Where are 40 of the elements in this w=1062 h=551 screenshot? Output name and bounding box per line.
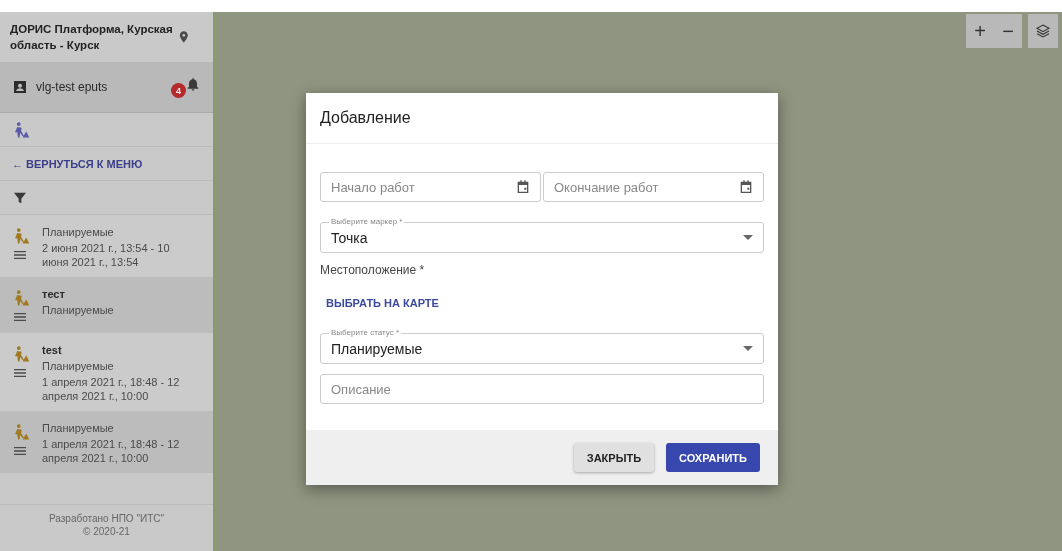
user-name: vlg-test eputs xyxy=(36,80,109,94)
close-button[interactable]: ЗАКРЫТЬ xyxy=(573,443,655,472)
location-label: Местоположение * xyxy=(320,263,425,277)
dropdown-caret-icon xyxy=(743,346,753,351)
bell-icon[interactable] xyxy=(185,75,201,93)
start-date-field[interactable]: Начало работ xyxy=(320,172,541,202)
item-text: 1 апреля 2021 г., 18:48 - 12 апреля 2021 г., 10:00 xyxy=(42,375,181,403)
save-button[interactable]: СОХРАНИТЬ xyxy=(666,443,760,472)
dropdown-caret-icon xyxy=(743,235,753,240)
road-worker-icon xyxy=(12,423,30,441)
user-badge-icon xyxy=(12,79,28,95)
field-label: Выберите статус * xyxy=(329,328,402,338)
calendar-icon[interactable] xyxy=(515,179,531,195)
footer-text: © 2020-21 xyxy=(83,526,130,537)
end-date-field[interactable]: Окончание работ xyxy=(543,172,764,202)
road-worker-icon[interactable] xyxy=(12,120,30,139)
item-title: test xyxy=(42,343,63,357)
field-label: Выберите маркер * xyxy=(329,217,405,227)
item-text: 2 июня 2021 г., 13:54 - 10 июня 2021 г., 13:54 xyxy=(42,241,171,269)
description-field[interactable]: Описание xyxy=(320,374,764,404)
item-text: 1 апреля 2021 г., 18:48 - 12 апреля 2021 г., 10:00 xyxy=(42,437,181,465)
road-worker-icon xyxy=(12,289,30,307)
layers-icon xyxy=(1035,23,1051,39)
item-text: Планируемые xyxy=(42,303,115,317)
calendar-icon[interactable] xyxy=(738,179,754,195)
item-title: тест xyxy=(42,287,66,301)
work-list-item[interactable]: Планируемые 1 апреля 2021 г., 18:48 - 12 апреля 2021 г., 10:00 xyxy=(0,411,213,473)
road-worker-icon xyxy=(12,227,30,245)
item-text: Планируемые xyxy=(42,225,115,239)
layers-button[interactable] xyxy=(1028,14,1058,48)
app-title: ДОРИС Платформа, Курская область - Курск xyxy=(10,22,174,53)
pick-on-map-button[interactable]: ВЫБРАТЬ НА КАРТЕ xyxy=(320,291,445,315)
notification-count: 4 xyxy=(171,83,186,98)
back-to-menu-link[interactable]: ← ВЕРНУТЬСЯ К МЕНЮ xyxy=(12,157,143,170)
item-text: Планируемые xyxy=(42,421,115,435)
work-list-item[interactable]: тест Планируемые xyxy=(0,277,213,333)
road-worker-icon xyxy=(12,345,30,363)
dialog-title: Добавление xyxy=(320,109,411,127)
item-text: Планируемые xyxy=(42,359,115,373)
footer-text: Разработано НПО "ИТС" xyxy=(48,513,164,524)
